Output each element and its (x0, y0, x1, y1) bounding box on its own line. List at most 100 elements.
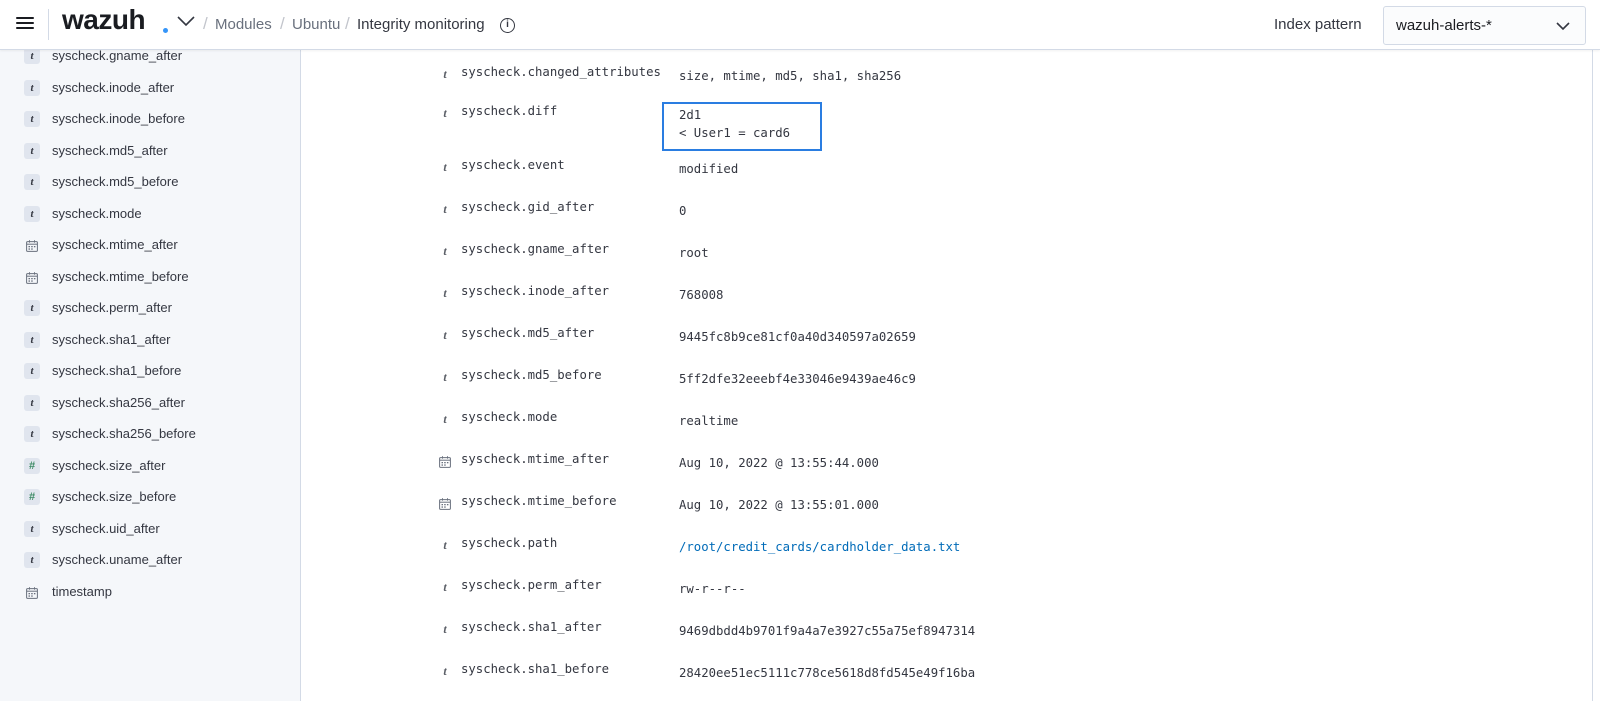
header-divider (48, 9, 49, 40)
field-name: syscheck.path (461, 536, 558, 550)
number-type-icon: # (24, 457, 40, 474)
wazuh-logo[interactable]: wazuh (62, 4, 146, 36)
sidebar-field-label: syscheck.sha256_after (52, 394, 185, 410)
sidebar-field-item[interactable]: # syscheck.size_after (0, 451, 300, 481)
sidebar-field-item[interactable]: t syscheck.sha256_before (0, 419, 300, 449)
sidebar-field-item[interactable]: t syscheck.sha256_after (0, 388, 300, 418)
sidebar-field-label: syscheck.size_before (52, 489, 177, 504)
field-value-link[interactable]: /root/credit_cards/cardholder_data.txt (679, 538, 960, 556)
string-type-icon: t (24, 552, 40, 568)
sidebar-field-label: syscheck.gname_after (52, 49, 183, 63)
document-field-row: t syscheck.path/root/credit_cards/cardhol… (301, 536, 1501, 566)
menu-icon[interactable] (16, 14, 34, 32)
scrollbar[interactable] (1592, 49, 1600, 701)
field-name: syscheck.sha1_before (461, 662, 610, 676)
field-name: syscheck.diff (461, 104, 558, 118)
breadcrumb-agent[interactable]: Ubuntu (292, 16, 340, 33)
document-field-row: t syscheck.inode_after 768008 (301, 284, 1501, 314)
logo-dot (163, 28, 168, 33)
sidebar-field-item[interactable]: t syscheck.uid_after (0, 514, 300, 544)
index-pattern-label: Index pattern (1274, 16, 1362, 33)
field-value: 0 (679, 204, 687, 218)
breadcrumb-separator: / (280, 14, 285, 33)
field-value: 5ff2dfe32eeebf4e33046e9439ae46c9 (679, 372, 916, 386)
sidebar-field-item[interactable]: # syscheck.size_before (0, 482, 300, 512)
calendar-icon (26, 271, 38, 284)
sidebar-field-label: syscheck.mtime_before (52, 268, 189, 284)
string-type-icon: t (24, 394, 40, 411)
string-type-icon: t (24, 174, 40, 190)
chevron-down-icon (1556, 22, 1570, 31)
sidebar-field-label: syscheck.size_after (52, 457, 166, 473)
string-type-icon: t (24, 331, 40, 348)
document-field-row: t syscheck.event modified (301, 158, 1501, 188)
sidebar-field-label: syscheck.sha1_after (52, 331, 171, 347)
sidebar-field-label: syscheck.inode_before (52, 111, 185, 126)
page-title: Integrity monitoring (357, 16, 485, 33)
breadcrumb-separator: / (203, 14, 208, 33)
document-field-row: t syscheck.mode realtime (301, 410, 1501, 440)
field-value: realtime (679, 414, 739, 428)
document-field-row: t syscheck.md5_before 5ff2dfe32eeebf4e3304… (301, 368, 1501, 398)
field-name: syscheck.perm_after (461, 578, 602, 592)
string-type-icon: t (443, 328, 447, 342)
document-field-row: t syscheck.gname_after root (301, 242, 1501, 272)
index-pattern-value: wazuh-alerts-* (1396, 17, 1492, 34)
string-type-icon: t (443, 244, 447, 258)
field-value: 9469dbdd4b9701f9a4a7e3927c55a75ef8947314 (679, 624, 976, 638)
top-header: wazuh / Modules / Ubuntu / Integrity mon… (0, 0, 1600, 50)
calendar-icon (26, 239, 38, 252)
sidebar-field-item[interactable]: t syscheck.sha1_after (0, 325, 300, 355)
string-type-icon: t (443, 538, 447, 552)
sidebar-field-item[interactable]: t syscheck.gname_after (0, 49, 300, 71)
sidebar-field-item[interactable]: t syscheck.sha1_before (0, 356, 300, 386)
string-type-icon: t (443, 664, 447, 678)
index-pattern-select[interactable]: wazuh-alerts-* (1383, 6, 1586, 45)
field-value: 28420ee51ec5111c778ce5618d8fd545e49f16ba (679, 666, 976, 680)
field-value: Aug 10, 2022 @ 13:55:44.000 (679, 456, 879, 470)
sidebar-field-label: syscheck.uid_after (52, 520, 160, 536)
breadcrumb-modules[interactable]: Modules (215, 16, 272, 33)
sidebar-field-item[interactable]: syscheck.mtime_before (0, 262, 300, 292)
sidebar-field-label: syscheck.inode_after (52, 79, 175, 95)
string-type-icon: t (24, 111, 40, 127)
number-type-icon: # (24, 489, 40, 505)
field-name: syscheck.md5_after (461, 326, 595, 340)
sidebar-field-item[interactable]: t syscheck.md5_before (0, 167, 300, 197)
document-field-row: t syscheck.gid_after 0 (301, 200, 1501, 230)
sidebar-field-item[interactable]: t syscheck.mode (0, 199, 300, 229)
sidebar-field-item[interactable]: syscheck.mtime_after (0, 230, 300, 260)
sidebar-field-item[interactable]: t syscheck.inode_after (0, 73, 300, 103)
calendar-icon (439, 455, 451, 468)
info-icon[interactable]: i (500, 18, 515, 33)
field-value: Aug 10, 2022 @ 13:55:01.000 (679, 498, 879, 512)
sidebar-field-label: syscheck.md5_before (52, 174, 179, 189)
field-value: 2d1 < User1 = card6 (679, 108, 791, 140)
field-value: 9445fc8b9ce81cf0a40d340597a02659 (679, 330, 916, 344)
string-type-icon: t (443, 202, 447, 216)
sidebar-field-item[interactable]: t syscheck.perm_after (0, 293, 300, 323)
string-type-icon: t (443, 286, 447, 300)
field-value: root (679, 246, 709, 260)
document-field-row: t syscheck.changed_attributes size, mtime,… (301, 65, 1501, 95)
field-name: syscheck.md5_before (461, 368, 602, 382)
string-type-icon: t (24, 363, 40, 379)
sidebar-field-item[interactable]: t syscheck.uname_after (0, 545, 300, 575)
string-type-icon: t (24, 426, 40, 442)
string-type-icon: t (24, 205, 40, 222)
sidebar-field-label: syscheck.sha256_before (52, 426, 196, 441)
sidebar-field-item[interactable]: t syscheck.md5_after (0, 136, 300, 166)
sidebar-field-item[interactable]: t syscheck.inode_before (0, 104, 300, 134)
sidebar-field-label: syscheck.mtime_after (52, 237, 178, 252)
chevron-down-icon[interactable] (176, 14, 196, 28)
document-field-row: t syscheck.diff 2d1 < User1 = card6 (301, 104, 1501, 140)
field-name: syscheck.inode_after (461, 284, 610, 298)
document-field-row: t syscheck.sha1_before 28420ee51ec5111c778… (301, 662, 1501, 692)
field-value: 768008 (679, 288, 724, 302)
sidebar-field-item[interactable]: timestamp (0, 577, 300, 607)
string-type-icon: t (24, 300, 40, 316)
field-value: rw-r--r-- (679, 582, 746, 596)
sidebar-field-label: timestamp (52, 583, 112, 599)
string-type-icon: t (24, 49, 40, 64)
field-name: syscheck.gname_after (461, 242, 610, 256)
